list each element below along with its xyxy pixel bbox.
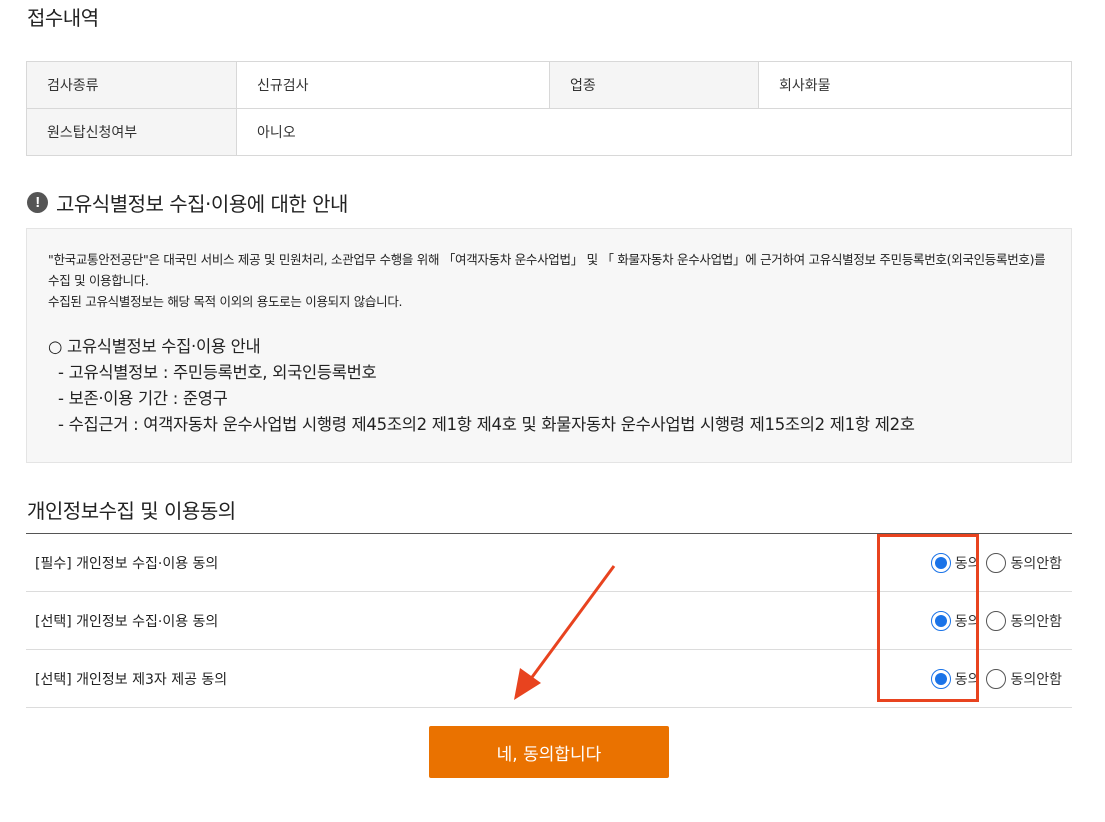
notice-title: ! 고유식별정보 수집·이용에 대한 안내: [27, 188, 348, 217]
agree-radio[interactable]: 동의: [930, 610, 981, 631]
consent-table: [필수] 개인정보 수집·이용 동의 동의 동의안함 [선택] 개인정보 수집·…: [26, 533, 1072, 708]
notice-box: "한국교통안전공단"은 대국민 서비스 제공 및 민원처리, 소관업무 수행을 …: [26, 228, 1072, 463]
table-row: 검사종류 신규검사 업종 회사화물: [26, 61, 1072, 109]
onestop-value: 아니오: [236, 108, 1072, 156]
disagree-label: 동의안함: [1010, 555, 1062, 572]
onestop-label: 원스탑신청여부: [26, 108, 237, 156]
inspection-type-value: 신규검사: [236, 61, 550, 109]
disagree-label: 동의안함: [1010, 613, 1062, 630]
notice-paragraph-2: 수집된 고유식별정보는 해당 목적 이외의 용도로는 이용되지 않습니다.: [48, 294, 403, 309]
consent-options: 동의 동의안함: [925, 668, 1072, 689]
radio-selected-icon[interactable]: [930, 552, 951, 573]
notice-title-text: 고유식별정보 수집·이용에 대한 안내: [56, 192, 348, 216]
consent-label: [선택] 개인정보 수집·이용 동의: [35, 613, 219, 630]
inspection-type-label: 검사종류: [26, 61, 237, 109]
list-item: - 수집근거 : 여객자동차 운수사업법 시행령 제45조의2 제1항 제4호 …: [58, 415, 915, 434]
radio-selected-icon[interactable]: [930, 610, 951, 631]
agree-label: 동의: [954, 613, 981, 630]
agree-radio[interactable]: 동의: [930, 552, 981, 573]
consent-row-optional-collect: [선택] 개인정보 수집·이용 동의 동의 동의안함: [26, 592, 1072, 650]
notice-list: ○ 고유식별정보 수집·이용 안내 - 고유식별정보 : 주민등록번호, 외국인…: [48, 334, 1051, 438]
receipt-title: 접수내역: [27, 6, 99, 30]
table-row: 원스탑신청여부 아니오: [26, 108, 1072, 156]
business-type-label: 업종: [549, 61, 759, 109]
consent-options: 동의 동의안함: [925, 610, 1072, 631]
radio-empty-icon[interactable]: [986, 610, 1007, 631]
agree-label: 동의: [954, 555, 981, 572]
consent-title: 개인정보수집 및 이용동의: [27, 499, 236, 523]
consent-label: [선택] 개인정보 제3자 제공 동의: [35, 671, 228, 688]
notice-list-head: ○ 고유식별정보 수집·이용 안내: [48, 337, 261, 356]
disagree-radio[interactable]: 동의안함: [986, 552, 1062, 573]
radio-empty-icon[interactable]: [986, 552, 1007, 573]
agree-submit-button[interactable]: 네, 동의합니다: [429, 726, 669, 778]
list-item: - 고유식별정보 : 주민등록번호, 외국인등록번호: [58, 363, 377, 382]
business-type-value: 회사화물: [758, 61, 1072, 109]
receipt-table: 검사종류 신규검사 업종 회사화물 원스탑신청여부 아니오: [26, 61, 1072, 156]
consent-options: 동의 동의안함: [925, 552, 1072, 573]
consent-label: [필수] 개인정보 수집·이용 동의: [35, 555, 219, 572]
radio-selected-icon[interactable]: [930, 668, 951, 689]
notice-paragraph-1: "한국교통안전공단"은 대국민 서비스 제공 및 민원처리, 소관업무 수행을 …: [48, 252, 1046, 288]
disagree-radio[interactable]: 동의안함: [986, 668, 1062, 689]
consent-row-third-party: [선택] 개인정보 제3자 제공 동의 동의 동의안함: [26, 650, 1072, 708]
list-item: - 보존·이용 기간 : 준영구: [58, 389, 228, 408]
agree-label: 동의: [954, 671, 981, 688]
disagree-radio[interactable]: 동의안함: [986, 610, 1062, 631]
exclamation-icon: !: [27, 192, 48, 213]
consent-row-required: [필수] 개인정보 수집·이용 동의 동의 동의안함: [26, 534, 1072, 592]
agree-radio[interactable]: 동의: [930, 668, 981, 689]
radio-empty-icon[interactable]: [986, 668, 1007, 689]
disagree-label: 동의안함: [1010, 671, 1062, 688]
